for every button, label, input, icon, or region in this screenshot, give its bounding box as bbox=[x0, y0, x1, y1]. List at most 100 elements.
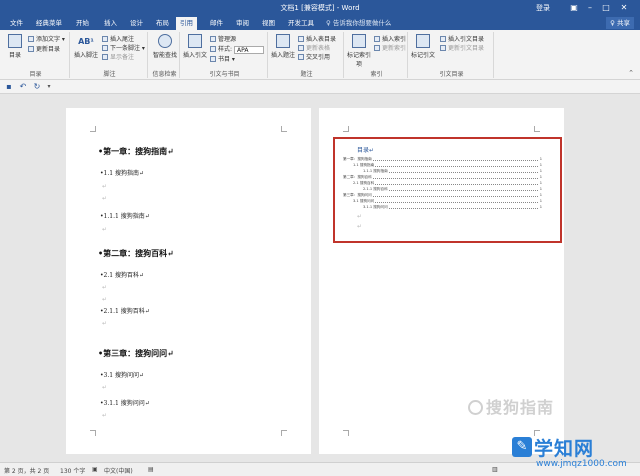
tab-file[interactable]: 文件 bbox=[6, 17, 27, 30]
update-toa-button[interactable]: 更新引文目录 bbox=[440, 45, 484, 53]
insert-caption-button[interactable]: 插入题注 bbox=[270, 34, 296, 59]
tab-developer[interactable]: 开发工具 bbox=[284, 17, 318, 30]
tab-design[interactable]: 设计 bbox=[126, 17, 147, 30]
table-of-figures-icon bbox=[298, 36, 304, 42]
customize-icon[interactable]: ▾ bbox=[44, 82, 54, 92]
tab-review[interactable]: 审阅 bbox=[232, 17, 253, 30]
title-bar: 文档1 [兼容模式] - Word 登录 ▣ – □ ✕ bbox=[0, 0, 640, 16]
toc-group-label: 目录 bbox=[29, 71, 42, 78]
cross-reference-icon bbox=[298, 54, 304, 60]
minimize-icon[interactable]: – bbox=[584, 2, 596, 13]
tab-layout[interactable]: 布局 bbox=[152, 17, 173, 30]
style-select[interactable]: APA bbox=[234, 46, 264, 54]
heading-3: •1.1.1 搜狗指南↵ bbox=[100, 213, 150, 220]
search-icon bbox=[158, 34, 172, 48]
paragraph-mark: ↵ bbox=[102, 183, 108, 190]
login-link[interactable]: 登录 bbox=[536, 3, 550, 13]
toc-button[interactable]: 目录 bbox=[2, 34, 28, 59]
bibliography-icon bbox=[210, 56, 216, 62]
insert-table-of-figures-button[interactable]: 插入表目录 bbox=[298, 36, 336, 44]
toc-entry[interactable]: 3.1.1 搜狗问问 1 bbox=[363, 204, 542, 210]
insert-footnote-button[interactable]: AB¹ 插入脚注 bbox=[72, 34, 100, 59]
tab-references[interactable]: 引用 bbox=[176, 17, 197, 30]
share-button[interactable]: ♀ 共享 bbox=[606, 17, 634, 29]
word-count[interactable]: 130 个字 bbox=[60, 466, 85, 475]
paragraph-mark: ↵ bbox=[102, 412, 108, 419]
toc-leader bbox=[353, 166, 538, 167]
heading-2: •2.1 搜狗百科↵ bbox=[100, 272, 145, 279]
citation-group: 插入引文 管理源 样式: APA 书目 ▾ 引文与书目 bbox=[182, 32, 268, 78]
smart-lookup-button[interactable]: 智能查找 bbox=[152, 34, 178, 59]
cross-reference-button[interactable]: 交叉引用 bbox=[298, 54, 330, 62]
tab-insert[interactable]: 插入 bbox=[100, 17, 121, 30]
toc-icon bbox=[8, 34, 22, 48]
insert-endnote-button[interactable]: 插入尾注 bbox=[102, 36, 134, 44]
heading-1: •第三章：搜狗问问↵ bbox=[98, 348, 174, 358]
add-text-button[interactable]: 添加文字 ▾ bbox=[28, 36, 65, 44]
site-watermark: ✎ 学知网 www.jmqz1000.com bbox=[512, 434, 638, 474]
captions-group: 插入题注 插入表目录 更新表格 交叉引用 题注 bbox=[270, 32, 344, 78]
maximize-icon[interactable]: □ bbox=[600, 2, 612, 13]
quick-access-toolbar: ▪ ↶ ↻ ▾ bbox=[0, 80, 640, 94]
insert-citation-button[interactable]: 插入引文 bbox=[182, 34, 208, 59]
insert-index-button[interactable]: 插入索引 bbox=[374, 36, 406, 44]
mark-entry-button[interactable]: 标记索引项 bbox=[346, 34, 372, 68]
footnote-ab-icon: AB¹ bbox=[78, 37, 94, 46]
read-mode-icon[interactable]: ▥ bbox=[492, 466, 498, 473]
page-count[interactable]: 第 2 页，共 2 页 bbox=[4, 466, 49, 475]
endnote-icon bbox=[102, 36, 108, 42]
next-footnote-button[interactable]: 下一条脚注 ▾ bbox=[102, 45, 145, 53]
show-notes-icon bbox=[102, 54, 108, 60]
page-1[interactable]: •第一章：搜狗指南↵ •1.1 搜狗指南↵ ↵ ↵ •1.1.1 搜狗指南↵ ↵… bbox=[66, 108, 311, 454]
manage-sources-button[interactable]: 管理源 bbox=[210, 36, 236, 44]
insert-index-icon bbox=[374, 36, 380, 42]
show-notes-button[interactable]: 显示备注 bbox=[102, 54, 134, 62]
close-icon[interactable]: ✕ bbox=[618, 2, 630, 13]
macro-icon[interactable]: ▤ bbox=[148, 466, 154, 473]
bibliography-button[interactable]: 书目 ▾ bbox=[210, 56, 235, 64]
paragraph-mark: ↵ bbox=[102, 226, 108, 233]
research-group-label: 信息检索 bbox=[152, 71, 177, 78]
toc-leader bbox=[353, 184, 538, 185]
ribbon: 目录 添加文字 ▾ 更新目录 目录 AB¹ 插入脚注 插入尾注 下一条脚注 ▾ … bbox=[0, 30, 640, 80]
paragraph-mark: ↵ bbox=[357, 213, 363, 220]
sogou-logo-icon bbox=[468, 400, 483, 415]
index-group-label: 索引 bbox=[370, 71, 383, 78]
collapse-ribbon-icon[interactable]: ⌃ bbox=[628, 69, 634, 77]
insert-toa-button[interactable]: 插入引文目录 bbox=[440, 36, 484, 44]
caption-icon bbox=[276, 34, 290, 48]
proofing-icon[interactable]: ▣ bbox=[92, 466, 98, 473]
tab-view[interactable]: 视图 bbox=[258, 17, 279, 30]
mark-entry-icon bbox=[352, 34, 366, 48]
site-logo-icon: ✎ bbox=[512, 437, 532, 457]
restore-icon[interactable]: ▣ bbox=[568, 2, 580, 13]
undo-icon[interactable]: ↶ bbox=[18, 82, 28, 92]
heading-1: •第一章：搜狗指南↵ bbox=[98, 146, 174, 156]
toc-highlight-frame: 目录↵ 第一章：搜狗指南 1 1.1 搜狗指南 1 1.1.1 搜狗指南 1 第… bbox=[333, 137, 562, 243]
corner-mark bbox=[343, 126, 349, 132]
redo-icon[interactable]: ↻ bbox=[32, 82, 42, 92]
update-table-button[interactable]: 更新表格 bbox=[298, 45, 330, 53]
heading-3: •2.1.1 搜狗百科↵ bbox=[100, 308, 150, 315]
toc-title: 目录↵ bbox=[357, 147, 375, 154]
mark-citation-button[interactable]: 标记引文 bbox=[410, 34, 436, 59]
tab-classic-menu[interactable]: 经典菜单 bbox=[32, 17, 66, 30]
update-toc-button[interactable]: 更新目录 bbox=[28, 46, 60, 54]
save-icon[interactable]: ▪ bbox=[4, 82, 14, 92]
heading-1: •第二章：搜狗百科↵ bbox=[98, 248, 174, 258]
heading-2: •1.1 搜狗指南↵ bbox=[100, 170, 145, 177]
footnote-group: AB¹ 插入脚注 插入尾注 下一条脚注 ▾ 显示备注 脚注 bbox=[72, 32, 148, 78]
tab-home[interactable]: 开始 bbox=[72, 17, 93, 30]
tab-mailings[interactable]: 邮件 bbox=[206, 17, 227, 30]
toc-group: 目录 添加文字 ▾ 更新目录 目录 bbox=[2, 32, 70, 78]
language-indicator[interactable]: 中文(中国) bbox=[104, 466, 133, 475]
research-group: 智能查找 信息检索 bbox=[150, 32, 180, 78]
update-index-button[interactable]: 更新索引 bbox=[374, 45, 406, 53]
toa-group: 标记引文 插入引文目录 更新引文目录 引文目录 bbox=[410, 32, 494, 78]
heading-2: •3.1 搜狗问问↵ bbox=[100, 372, 145, 379]
insert-toa-icon bbox=[440, 36, 446, 42]
paragraph-mark: ↵ bbox=[102, 384, 108, 391]
update-table-icon bbox=[298, 45, 304, 51]
toc-leader bbox=[363, 172, 538, 173]
tell-me-box[interactable]: ♀ 告诉我你想要做什么 bbox=[326, 18, 391, 28]
